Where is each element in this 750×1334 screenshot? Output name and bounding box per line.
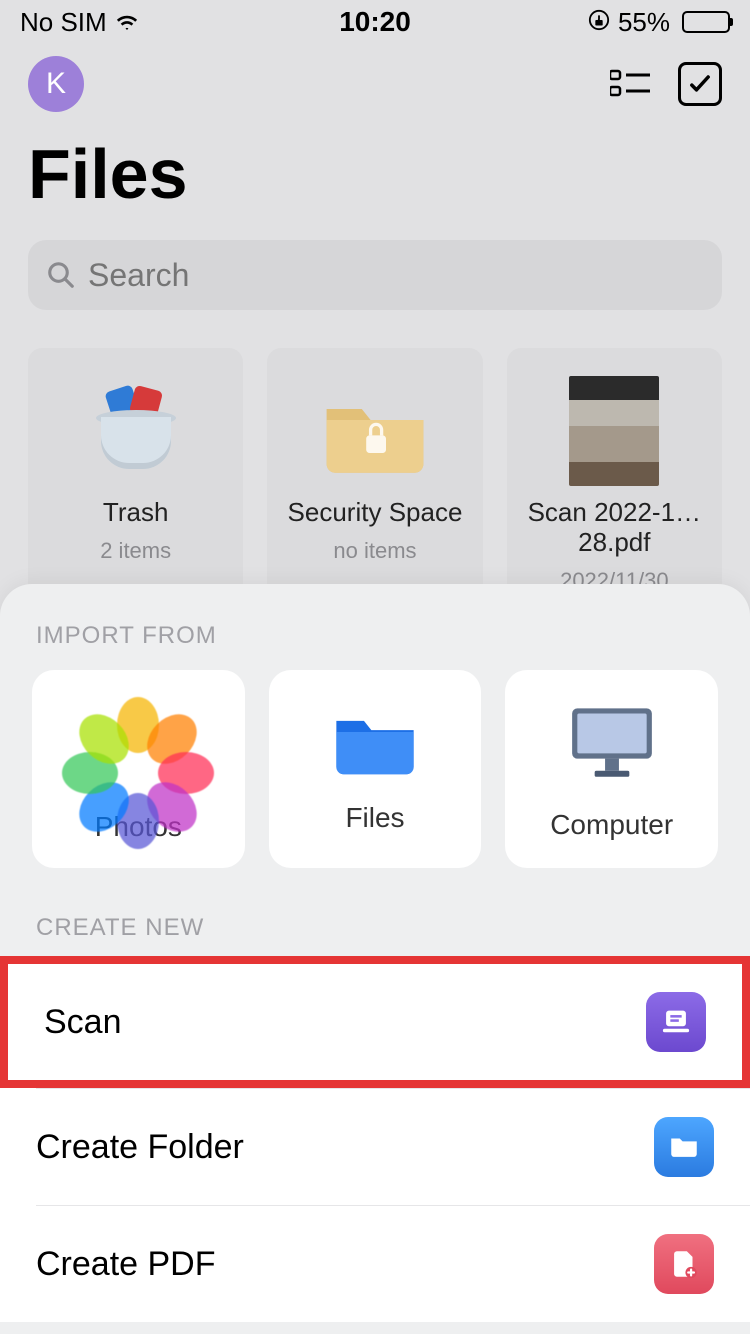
document-thumbnail [569,376,659,486]
carrier-text: No SIM [20,7,107,38]
create-row-label: Scan [44,1003,122,1042]
status-bar: No SIM 10:20 55% [0,0,750,44]
file-scan-pdf[interactable]: Scan 2022-1…28.pdf 2022/11/30 [507,348,722,598]
import-label: Computer [550,809,673,841]
import-photos[interactable]: Photos [32,670,245,868]
create-row-label: Create PDF [36,1245,216,1284]
folder-security-space[interactable]: Security Space no items [267,348,482,598]
clock: 10:20 [339,6,411,38]
avatar[interactable]: K [28,56,84,112]
rotation-lock-icon [588,7,610,38]
locked-folder-icon [320,376,430,486]
battery-percent: 55% [618,7,670,38]
folder-subtitle: no items [333,538,416,564]
search-icon [46,260,76,290]
computer-icon [560,698,664,793]
import-label: Files [345,802,404,834]
file-name: Scan 2022-1…28.pdf [513,498,716,558]
action-sheet: IMPORT FROM Photos [0,584,750,1334]
header: K [0,44,750,112]
import-row: Photos Files Computer [0,670,750,908]
select-mode-icon[interactable] [678,62,722,106]
view-options-icon[interactable] [608,62,652,106]
create-folder-row[interactable]: Create Folder [36,1088,750,1205]
create-scan-row[interactable]: Scan [0,956,750,1088]
folder-subtitle: 2 items [100,538,171,564]
page-title: Files [0,112,750,224]
search-bar[interactable] [28,240,722,310]
wifi-icon [115,7,139,38]
import-computer[interactable]: Computer [505,670,718,868]
create-section-label: CREATE NEW [0,908,750,956]
create-pdf-row[interactable]: Create PDF [36,1205,750,1322]
pdf-icon [654,1234,714,1294]
file-grid: Trash 2 items Security Space no items Sc… [0,310,750,598]
create-row-label: Create Folder [36,1128,244,1167]
import-section-label: IMPORT FROM [0,622,750,670]
create-list: Scan Create Folder Create PDF [0,956,750,1322]
photos-icon [88,695,188,795]
files-icon [329,705,421,786]
import-files[interactable]: Files [269,670,482,868]
folder-icon [654,1117,714,1177]
scan-icon [646,992,706,1052]
folder-name: Trash [103,498,169,528]
battery-icon [682,11,730,33]
folder-name: Security Space [288,498,463,528]
trash-icon [96,376,176,486]
search-input[interactable] [88,257,704,294]
avatar-letter: K [46,67,66,101]
folder-trash[interactable]: Trash 2 items [28,348,243,598]
